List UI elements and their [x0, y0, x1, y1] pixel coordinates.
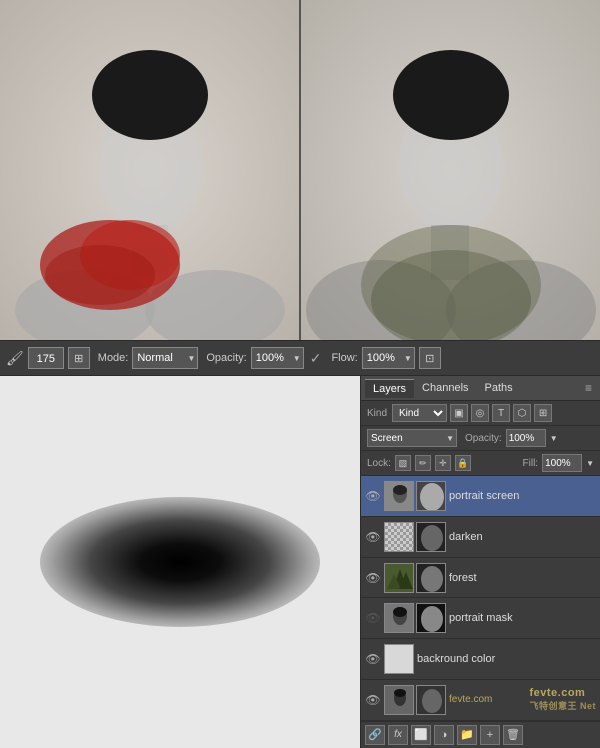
opacity-label: Opacity: [206, 352, 246, 364]
layer-visibility-toggle-0[interactable]: 👁 [365, 488, 381, 504]
tab-channels[interactable]: Channels [414, 379, 476, 397]
layer-row-fevte[interactable]: 👁 fevte.com fevte.com 飞特创意王 Net [361, 680, 600, 721]
lock-all-icon[interactable]: 🔒 [455, 455, 471, 471]
brush-stroke-preview [40, 497, 320, 627]
fill-label: Fill: [523, 458, 539, 469]
layer-thumb-group-1 [384, 522, 446, 552]
layer-name-0: portrait screen [449, 490, 596, 502]
kind-select[interactable]: Kind Name Effect Mode Attribute Color [392, 404, 447, 422]
fill-arrow: ▼ [586, 459, 594, 468]
layer-thumb-group-0 [384, 481, 446, 511]
layer-adjustment-button[interactable]: ◑ [434, 725, 454, 745]
portrait-left [0, 0, 300, 340]
layer-delete-button[interactable]: 🗑 [503, 725, 523, 745]
layer-row-portrait-mask[interactable]: 👁 portrait mask [361, 598, 600, 639]
left-image-panel [0, 0, 301, 340]
layers-panel: Layers Channels Paths ≡ Kind Kind Name E… [360, 376, 600, 748]
layer-thumb-2 [384, 563, 414, 593]
layer-thumb-group-5 [384, 685, 446, 715]
layer-opacity-label: Opacity: [465, 433, 502, 444]
kind-pixel-icon[interactable]: ▣ [450, 404, 468, 422]
opacity-wrap: 100% 75% 50% 25% ▼ [251, 347, 304, 369]
lock-pixels-icon[interactable]: ✏ [415, 455, 431, 471]
brush-icon: 🖌 [6, 350, 24, 367]
layers-tabs-header: Layers Channels Paths ≡ [361, 376, 600, 401]
layers-bottom-buttons: 🔗 fx ⬜ ◑ 📁 + 🗑 [361, 721, 600, 748]
layer-thumb-group-4 [384, 644, 414, 674]
layers-panel-menu-icon[interactable]: ≡ [581, 381, 596, 395]
layer-link-button[interactable]: 🔗 [365, 725, 385, 745]
layer-mask-5 [416, 685, 446, 715]
layer-visibility-toggle-1[interactable]: 👁 [365, 529, 381, 545]
mode-select[interactable]: Normal Dissolve Multiply Screen Overlay [132, 347, 198, 369]
layer-visibility-toggle-3[interactable]: 👁 [365, 610, 381, 626]
toolbar: 🖌 175 ⊞ Mode: Normal Dissolve Multiply S… [0, 340, 600, 376]
right-image-panel [301, 0, 600, 340]
flow-label: Flow: [331, 352, 357, 364]
opacity-select[interactable]: 100% 75% 50% 25% [251, 347, 304, 369]
layer-row-darken[interactable]: 👁 darken [361, 517, 600, 558]
kind-row: Kind Kind Name Effect Mode Attribute Col… [361, 401, 600, 426]
layer-thumb-1 [384, 522, 414, 552]
tab-layers[interactable]: Layers [365, 379, 414, 398]
blend-row: Screen Normal Multiply Overlay Darken Li… [361, 426, 600, 451]
canvas-area[interactable] [0, 376, 360, 748]
layer-name-2: forest [449, 572, 596, 584]
layer-thumb-group-2 [384, 563, 446, 593]
layer-visibility-toggle-2[interactable]: 👁 [365, 570, 381, 586]
blend-mode-select[interactable]: Screen Normal Multiply Overlay Darken Li… [367, 429, 457, 447]
bottom-area: Layers Channels Paths ≡ Kind Kind Name E… [0, 376, 600, 748]
layer-name-1: darken [449, 531, 596, 543]
layer-name-3: portrait mask [449, 612, 596, 624]
brush-size-display: 175 [28, 347, 64, 369]
flow-select[interactable]: 100% 75% 50% 25% [362, 347, 415, 369]
layer-thumb-3 [384, 603, 414, 633]
layer-thumb-group-3 [384, 603, 446, 633]
mode-dropdown-wrap: Normal Dissolve Multiply Screen Overlay … [132, 347, 198, 369]
canvas-inner [0, 376, 360, 748]
lock-row: Lock: ▧ ✏ ✛ 🔒 Fill: ▼ [361, 451, 600, 476]
layer-opacity-input[interactable] [506, 429, 546, 447]
layer-visibility-toggle-5[interactable]: 👁 [365, 692, 381, 708]
blend-mode-wrap: Screen Normal Multiply Overlay Darken Li… [367, 429, 457, 447]
kind-adjustment-icon[interactable]: ◎ [471, 404, 489, 422]
layer-new-button[interactable]: + [480, 725, 500, 745]
airbrush-icon[interactable]: ✓ [310, 350, 322, 367]
layer-row-portrait-screen[interactable]: 👁 portrait screen [361, 476, 600, 517]
layer-visibility-toggle-4[interactable]: 👁 [365, 651, 381, 667]
watermark: fevte.com 飞特创意王 Net [529, 687, 596, 712]
kind-smartobj-icon[interactable]: ⊞ [534, 404, 552, 422]
tablet-icon[interactable]: ⊡ [419, 347, 441, 369]
brush-options-icon[interactable]: ⊞ [68, 347, 90, 369]
layer-thumb-4 [384, 644, 414, 674]
layer-mask-0 [416, 481, 446, 511]
layer-fx-button[interactable]: fx [388, 725, 408, 745]
kind-type-icon[interactable]: T [492, 404, 510, 422]
portrait-right [301, 0, 600, 340]
layer-mask-1 [416, 522, 446, 552]
layer-mask-2 [416, 563, 446, 593]
mode-label: Mode: [98, 352, 129, 364]
tab-paths[interactable]: Paths [477, 379, 521, 397]
layer-name-4: backround color [417, 653, 596, 665]
opacity-dropdown-arrow: ▼ [550, 434, 558, 443]
lock-label: Lock: [367, 458, 391, 469]
layer-mask-button[interactable]: ⬜ [411, 725, 431, 745]
lock-transparency-icon[interactable]: ▧ [395, 455, 411, 471]
kind-label: Kind [367, 408, 387, 419]
kind-shape-icon[interactable]: ⬡ [513, 404, 531, 422]
layer-row-forest[interactable]: 👁 forest [361, 558, 600, 599]
top-image-area [0, 0, 600, 340]
fill-input[interactable] [542, 454, 582, 472]
layer-group-button[interactable]: 📁 [457, 725, 477, 745]
lock-position-icon[interactable]: ✛ [435, 455, 451, 471]
layer-mask-3 [416, 603, 446, 633]
flow-wrap: 100% 75% 50% 25% ▼ [362, 347, 415, 369]
layer-thumb-0 [384, 481, 414, 511]
layer-thumb-5 [384, 685, 414, 715]
layer-row-bg-color[interactable]: 👁 backround color [361, 639, 600, 680]
